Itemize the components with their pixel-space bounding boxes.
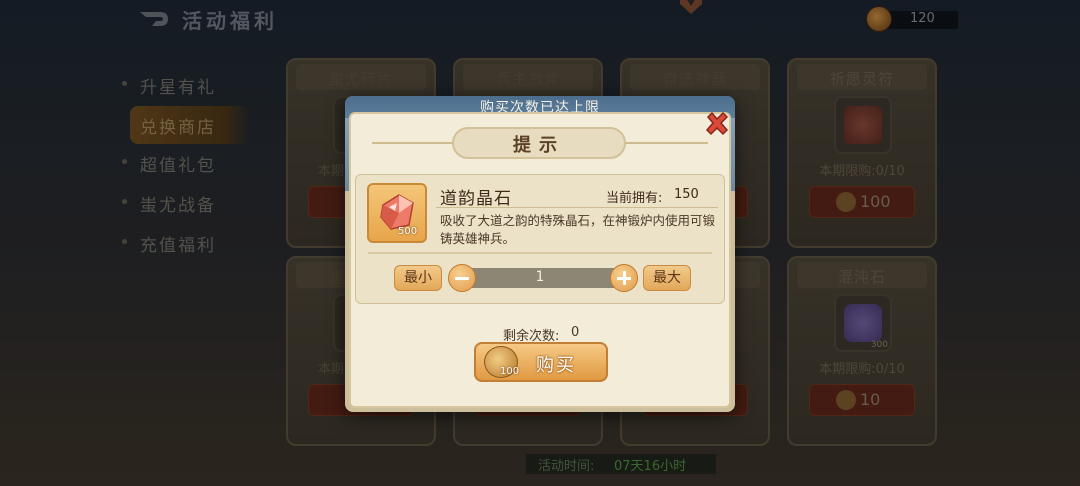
divider <box>436 207 718 208</box>
buy-cost: 100 <box>500 366 520 377</box>
remaining-value: 0 <box>571 325 580 340</box>
dialog-title: 提示 <box>513 135 565 156</box>
item-description: 吸收了大道之韵的特殊晶石，在神锻炉内使用可锻铸英雄神兵。 <box>440 213 716 246</box>
crystal-gem-icon <box>367 183 427 243</box>
quantity-value: 1 <box>535 269 545 285</box>
minus-icon[interactable] <box>448 264 476 292</box>
max-quantity-button[interactable]: 最大 <box>643 265 691 291</box>
buy-button-label: 购买 <box>536 355 576 376</box>
title-ornament <box>620 142 708 144</box>
divider <box>368 252 712 254</box>
close-icon[interactable] <box>703 110 731 138</box>
plus-icon[interactable] <box>610 264 638 292</box>
title-ornament <box>372 142 462 144</box>
owned-label: 当前拥有: <box>606 191 663 206</box>
item-name: 道韵晶石 <box>440 189 512 209</box>
min-quantity-button[interactable]: 最小 <box>394 265 442 291</box>
owned-value: 150 <box>674 187 699 202</box>
item-quantity: 500 <box>398 226 418 237</box>
